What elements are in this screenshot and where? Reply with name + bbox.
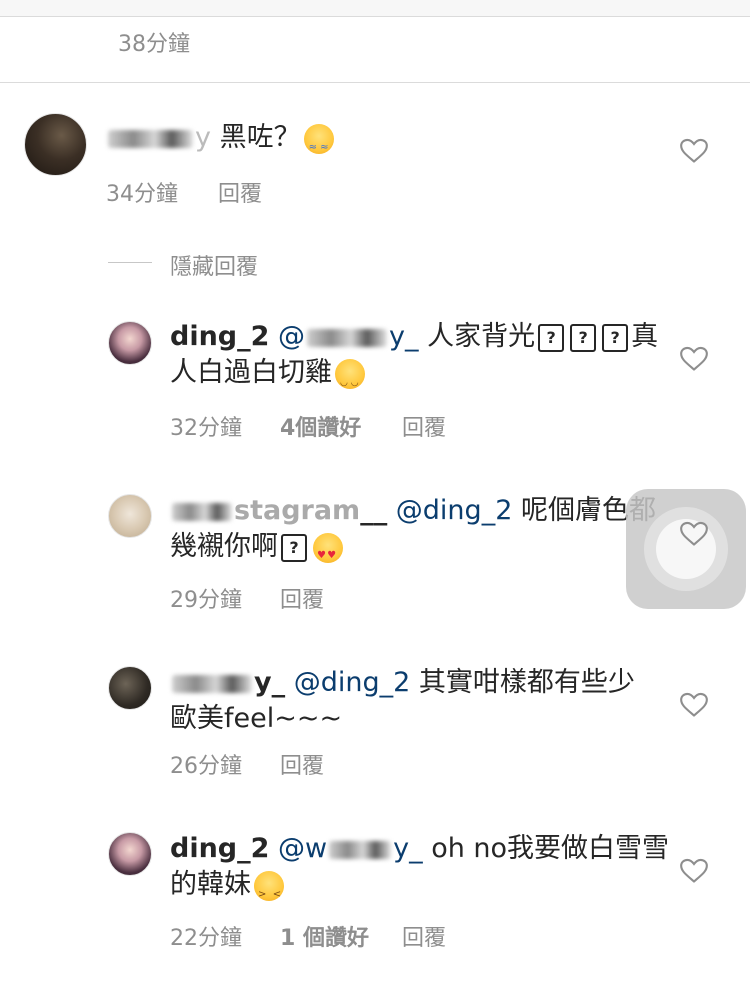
reply-button[interactable]: 回覆: [280, 582, 324, 614]
heart-eyes-emoji-icon: [313, 532, 343, 574]
likes-count[interactable]: 1 個讚好: [280, 920, 369, 952]
reply-text-line2: 的韓妹: [170, 869, 251, 900]
heart-outline-icon[interactable]: [680, 692, 708, 718]
heart-outline-icon[interactable]: [680, 138, 708, 164]
reply-time: 22分鐘: [170, 926, 242, 951]
reply-body: y_ @ding_2 其實咁樣都有些少 歐美feel~~~: [170, 665, 640, 737]
username[interactable]: stagram__: [170, 495, 387, 526]
avatar[interactable]: [108, 666, 152, 710]
reply-body: ding_2 @w y_ oh no我要做白雪雪 的韓妹: [170, 831, 669, 913]
avatar[interactable]: [108, 832, 152, 876]
reply-body: ding_2 @ y_ 人家背光??? 真 人白過白切雞: [170, 319, 658, 401]
likes-count[interactable]: 4個讚好: [280, 410, 361, 442]
section-divider: [0, 82, 750, 83]
heart-outline-icon[interactable]: [680, 858, 708, 884]
reply-time: 32分鐘: [170, 416, 242, 441]
reply-body: stagram__ @ding_2 呢個膚色都 幾襯你啊?: [170, 493, 656, 574]
username[interactable]: ding_2: [170, 321, 269, 352]
reply-button[interactable]: 回覆: [280, 748, 324, 780]
avatar[interactable]: [24, 113, 87, 176]
heart-outline-icon[interactable]: [680, 521, 708, 547]
reply-text: 人家背光: [427, 321, 536, 352]
reply-text-line2: 人白過白切雞: [170, 357, 332, 388]
tears-of-joy-emoji-icon: [303, 123, 334, 166]
missing-glyph-icon: ?: [602, 323, 629, 352]
heart-outline-icon[interactable]: [680, 346, 708, 372]
reply-button[interactable]: 回覆: [402, 920, 446, 952]
username[interactable]: ding_2: [170, 833, 269, 864]
mention[interactable]: @ding_2: [396, 495, 513, 526]
avatar[interactable]: [108, 321, 152, 365]
reply-text-end: 真: [631, 321, 659, 352]
reply-text: 其實咁樣都有些少: [418, 667, 635, 698]
username-suffix: y: [195, 122, 211, 153]
comment-time: 34分鐘: [106, 182, 178, 207]
top-bar: [0, 0, 750, 17]
mention[interactable]: @ding_2: [294, 667, 411, 698]
missing-glyph-icon: ?: [570, 323, 597, 352]
reply-text-line2: 幾襯你啊: [170, 531, 278, 562]
assistive-touch-button[interactable]: [626, 489, 746, 609]
previous-comment-time: 38分鐘: [118, 32, 190, 57]
missing-glyph-icon: ?: [281, 533, 307, 562]
missing-glyph-icon: ?: [538, 323, 565, 352]
grinning-squinting-emoji-icon: [254, 870, 284, 913]
comment-body: y 黑咗？: [106, 120, 334, 166]
reply-text: oh no我要做白雪雪: [431, 833, 670, 864]
reply-time: 26分鐘: [170, 754, 242, 779]
reply-text-line2: 歐美feel~~~: [170, 703, 343, 734]
avatar[interactable]: [108, 494, 152, 538]
mention[interactable]: @w y_: [278, 833, 423, 864]
replies-line: [108, 262, 152, 263]
mention[interactable]: @ y_: [278, 321, 418, 352]
reply-time: 29分鐘: [170, 588, 242, 613]
reply-button[interactable]: 回覆: [218, 176, 262, 208]
hide-replies-button[interactable]: 隱藏回覆: [170, 249, 258, 281]
comment-text: 黑咗？: [219, 122, 301, 153]
username[interactable]: y_: [170, 667, 285, 698]
redacted-username: [108, 129, 193, 148]
reply-button[interactable]: 回覆: [402, 410, 446, 442]
relieved-face-emoji-icon: [335, 358, 365, 401]
